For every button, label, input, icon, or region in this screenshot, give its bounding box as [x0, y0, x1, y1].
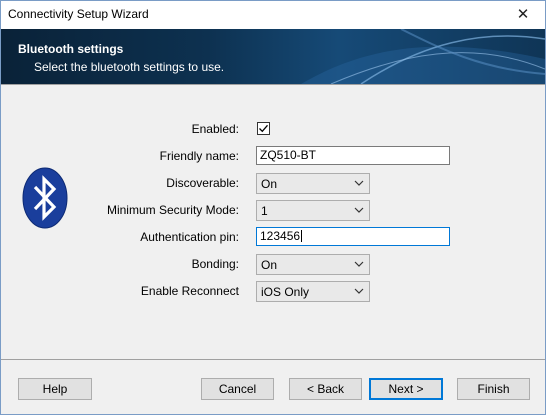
friendly-name-label: Friendly name:	[159, 149, 239, 163]
chevron-down-icon	[354, 207, 364, 213]
title-bar: Connectivity Setup Wizard ✕	[1, 1, 545, 29]
banner-heading: Bluetooth settings	[18, 42, 124, 56]
friendly-name-input[interactable]: ZQ510-BT	[256, 146, 450, 165]
discoverable-value: On	[261, 177, 278, 191]
header-banner: Bluetooth settings Select the bluetooth …	[1, 29, 545, 84]
enabled-label: Enabled:	[191, 122, 239, 136]
reconnect-label: Enable Reconnect	[140, 284, 239, 298]
help-button[interactable]: Help	[18, 378, 92, 400]
cancel-button[interactable]: Cancel	[201, 378, 274, 400]
auth-pin-value: 123456	[260, 229, 301, 243]
chevron-down-icon	[354, 180, 364, 186]
reconnect-value: iOS Only	[261, 285, 310, 299]
close-icon[interactable]: ✕	[501, 1, 545, 29]
auth-pin-label: Authentication pin:	[140, 230, 239, 244]
friendly-name-value: ZQ510-BT	[260, 148, 317, 162]
min-security-value: 1	[261, 204, 268, 218]
window-title: Connectivity Setup Wizard	[8, 7, 149, 21]
chevron-down-icon	[354, 288, 364, 294]
text-cursor	[301, 230, 303, 242]
min-security-select[interactable]: 1	[256, 200, 370, 221]
finish-button[interactable]: Finish	[457, 378, 530, 400]
discoverable-select[interactable]: On	[256, 173, 370, 194]
footer-divider	[1, 359, 545, 360]
bonding-select[interactable]: On	[256, 254, 370, 275]
min-security-label: Minimum Security Mode:	[106, 203, 239, 217]
discoverable-label: Discoverable:	[166, 176, 239, 190]
next-button[interactable]: Next >	[369, 378, 443, 400]
check-icon	[259, 124, 268, 133]
header-divider	[1, 84, 545, 85]
bonding-value: On	[261, 258, 278, 272]
back-button[interactable]: < Back	[289, 378, 362, 400]
chevron-down-icon	[354, 261, 364, 267]
banner-swoosh-graphic	[301, 29, 545, 84]
enabled-checkbox[interactable]	[257, 122, 270, 135]
auth-pin-input[interactable]: 123456	[256, 227, 450, 246]
bonding-label: Bonding:	[191, 257, 239, 271]
banner-subheading: Select the bluetooth settings to use.	[34, 60, 225, 74]
reconnect-select[interactable]: iOS Only	[256, 281, 370, 302]
wizard-window: Connectivity Setup Wizard ✕ Bluetooth se…	[0, 0, 546, 415]
